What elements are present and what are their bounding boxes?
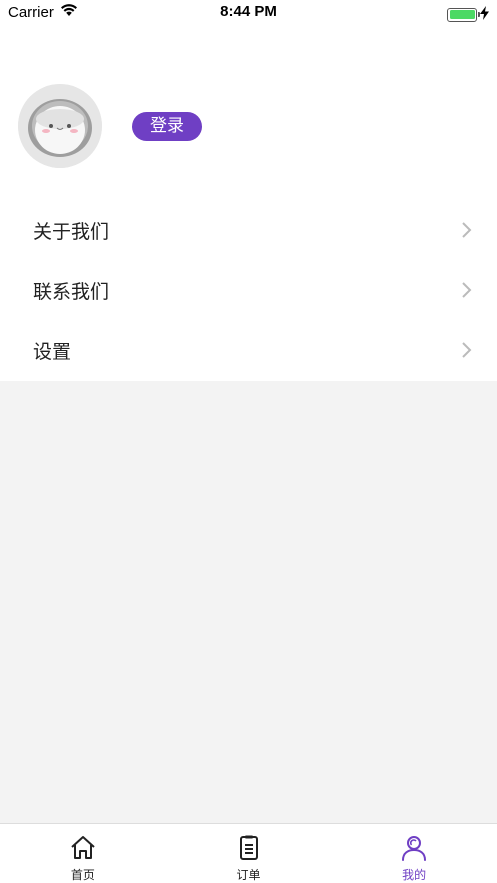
menu-item-about-us[interactable]: 关于我们 (0, 200, 497, 260)
status-right (447, 5, 489, 24)
robot-avatar-icon (18, 84, 102, 168)
menu-item-label: 关于我们 (33, 220, 110, 243)
user-icon (402, 836, 427, 861)
chevron-right-icon (462, 222, 472, 238)
tab-mine[interactable]: 我的 (331, 824, 497, 883)
menu-item-contact-us[interactable]: 联系我们 (0, 260, 497, 320)
battery-icon (447, 7, 480, 22)
menu-item-label: 设置 (33, 340, 72, 363)
profile-header: 登录 (0, 26, 497, 200)
menu-list: 关于我们 联系我们 设置 (0, 200, 497, 381)
order-list-icon (239, 835, 258, 860)
battery-cap (477, 12, 480, 17)
menu-item-settings[interactable]: 设置 (0, 320, 497, 380)
tab-orders[interactable]: 订单 (166, 824, 332, 883)
chevron-right-icon (462, 342, 472, 358)
status-time: 8:44 PM (220, 3, 277, 20)
tab-label: 首页 (70, 868, 95, 882)
home-icon (71, 836, 95, 859)
status-bar: Carrier 8:44 PM (0, 0, 497, 26)
tab-home[interactable]: 首页 (0, 824, 166, 883)
battery-fill (449, 10, 475, 19)
tab-label: 我的 (402, 868, 427, 882)
avatar[interactable] (18, 84, 102, 168)
tab-bar: 首页 订单 我的 (0, 823, 497, 883)
chevron-right-icon (462, 282, 472, 298)
tab-label: 订单 (236, 868, 261, 882)
login-button[interactable]: 登录 (132, 112, 202, 141)
screen: Carrier 8:44 PM 登录 关于我们 联系我们 设置 首页 订单 我的 (0, 0, 497, 883)
charging-bolt-icon (480, 5, 489, 24)
menu-item-label: 联系我们 (33, 280, 110, 303)
